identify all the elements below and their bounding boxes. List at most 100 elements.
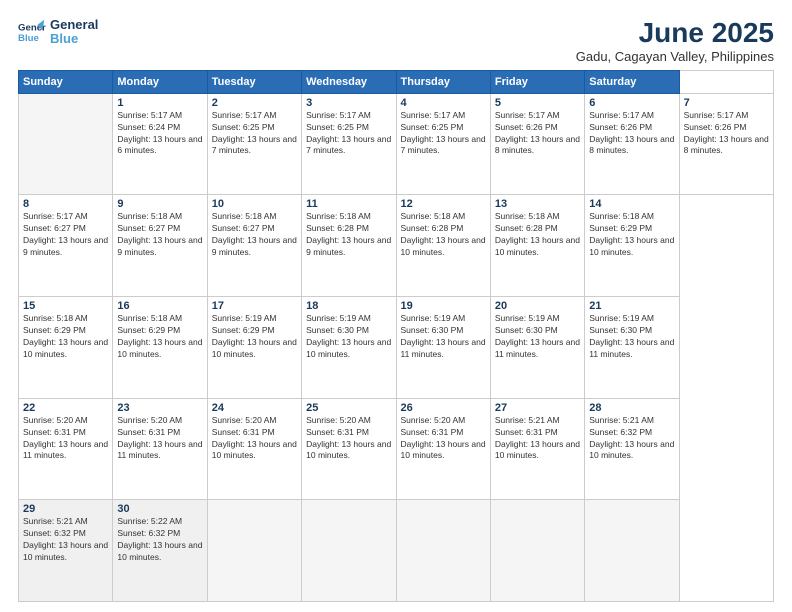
- title-block: June 2025 Gadu, Cagayan Valley, Philippi…: [576, 18, 774, 64]
- day-info: Sunrise: 5:19 AM Sunset: 6:30 PM Dayligh…: [401, 313, 486, 361]
- day-number: 2: [212, 97, 297, 109]
- day-number: 8: [23, 198, 108, 210]
- day-info: Sunrise: 5:18 AM Sunset: 6:29 PM Dayligh…: [23, 313, 108, 361]
- day-header-tuesday: Tuesday: [207, 70, 301, 93]
- calendar-cell: 13Sunrise: 5:18 AM Sunset: 6:28 PM Dayli…: [490, 195, 584, 297]
- subtitle: Gadu, Cagayan Valley, Philippines: [576, 49, 774, 64]
- day-info: Sunrise: 5:18 AM Sunset: 6:29 PM Dayligh…: [117, 313, 202, 361]
- calendar-cell: 22Sunrise: 5:20 AM Sunset: 6:31 PM Dayli…: [19, 398, 113, 500]
- calendar-cell: 5Sunrise: 5:17 AM Sunset: 6:26 PM Daylig…: [490, 93, 584, 195]
- day-info: Sunrise: 5:20 AM Sunset: 6:31 PM Dayligh…: [117, 415, 202, 463]
- day-info: Sunrise: 5:20 AM Sunset: 6:31 PM Dayligh…: [306, 415, 391, 463]
- calendar-cell: 8Sunrise: 5:17 AM Sunset: 6:27 PM Daylig…: [19, 195, 113, 297]
- day-info: Sunrise: 5:17 AM Sunset: 6:25 PM Dayligh…: [401, 110, 486, 158]
- main-title: June 2025: [576, 18, 774, 49]
- page: General Blue General Blue June 2025 Gadu…: [0, 0, 792, 612]
- day-number: 22: [23, 402, 108, 414]
- day-number: 13: [495, 198, 580, 210]
- logo: General Blue General Blue: [18, 18, 98, 47]
- calendar-cell: 7Sunrise: 5:17 AM Sunset: 6:26 PM Daylig…: [679, 93, 773, 195]
- calendar-cell: 25Sunrise: 5:20 AM Sunset: 6:31 PM Dayli…: [302, 398, 396, 500]
- calendar-cell: 15Sunrise: 5:18 AM Sunset: 6:29 PM Dayli…: [19, 297, 113, 399]
- day-number: 19: [401, 300, 486, 312]
- day-number: 24: [212, 402, 297, 414]
- logo-icon: General Blue: [18, 18, 46, 46]
- day-info: Sunrise: 5:20 AM Sunset: 6:31 PM Dayligh…: [23, 415, 108, 463]
- week-row-4: 29Sunrise: 5:21 AM Sunset: 6:32 PM Dayli…: [19, 500, 774, 602]
- day-number: 3: [306, 97, 391, 109]
- day-info: Sunrise: 5:22 AM Sunset: 6:32 PM Dayligh…: [117, 516, 202, 564]
- day-info: Sunrise: 5:17 AM Sunset: 6:25 PM Dayligh…: [306, 110, 391, 158]
- calendar-cell: 26Sunrise: 5:20 AM Sunset: 6:31 PM Dayli…: [396, 398, 490, 500]
- day-number: 4: [401, 97, 486, 109]
- calendar-cell: 14Sunrise: 5:18 AM Sunset: 6:29 PM Dayli…: [585, 195, 679, 297]
- day-number: 6: [589, 97, 674, 109]
- header: General Blue General Blue June 2025 Gadu…: [18, 18, 774, 64]
- day-header-saturday: Saturday: [585, 70, 679, 93]
- day-number: 21: [589, 300, 674, 312]
- week-row-2: 15Sunrise: 5:18 AM Sunset: 6:29 PM Dayli…: [19, 297, 774, 399]
- calendar-body: 1Sunrise: 5:17 AM Sunset: 6:24 PM Daylig…: [19, 93, 774, 601]
- day-info: Sunrise: 5:18 AM Sunset: 6:28 PM Dayligh…: [401, 211, 486, 259]
- day-info: Sunrise: 5:21 AM Sunset: 6:32 PM Dayligh…: [23, 516, 108, 564]
- day-header-thursday: Thursday: [396, 70, 490, 93]
- day-number: 14: [589, 198, 674, 210]
- calendar-cell: 19Sunrise: 5:19 AM Sunset: 6:30 PM Dayli…: [396, 297, 490, 399]
- calendar-cell: 1Sunrise: 5:17 AM Sunset: 6:24 PM Daylig…: [113, 93, 207, 195]
- day-number: 25: [306, 402, 391, 414]
- logo-line1: General: [50, 18, 98, 32]
- day-info: Sunrise: 5:19 AM Sunset: 6:30 PM Dayligh…: [589, 313, 674, 361]
- calendar-cell: [302, 500, 396, 602]
- calendar-cell: 24Sunrise: 5:20 AM Sunset: 6:31 PM Dayli…: [207, 398, 301, 500]
- calendar-cell: 12Sunrise: 5:18 AM Sunset: 6:28 PM Dayli…: [396, 195, 490, 297]
- day-header-monday: Monday: [113, 70, 207, 93]
- day-number: 5: [495, 97, 580, 109]
- calendar-cell: 17Sunrise: 5:19 AM Sunset: 6:29 PM Dayli…: [207, 297, 301, 399]
- calendar-cell: 11Sunrise: 5:18 AM Sunset: 6:28 PM Dayli…: [302, 195, 396, 297]
- day-number: 26: [401, 402, 486, 414]
- header-row: SundayMondayTuesdayWednesdayThursdayFrid…: [19, 70, 774, 93]
- day-number: 17: [212, 300, 297, 312]
- day-info: Sunrise: 5:20 AM Sunset: 6:31 PM Dayligh…: [212, 415, 297, 463]
- calendar-cell: 29Sunrise: 5:21 AM Sunset: 6:32 PM Dayli…: [19, 500, 113, 602]
- day-number: 27: [495, 402, 580, 414]
- day-number: 9: [117, 198, 202, 210]
- day-number: 20: [495, 300, 580, 312]
- day-number: 29: [23, 503, 108, 515]
- day-info: Sunrise: 5:17 AM Sunset: 6:25 PM Dayligh…: [212, 110, 297, 158]
- calendar-cell: [490, 500, 584, 602]
- day-info: Sunrise: 5:17 AM Sunset: 6:26 PM Dayligh…: [589, 110, 674, 158]
- day-number: 12: [401, 198, 486, 210]
- day-info: Sunrise: 5:18 AM Sunset: 6:29 PM Dayligh…: [589, 211, 674, 259]
- day-number: 18: [306, 300, 391, 312]
- day-info: Sunrise: 5:21 AM Sunset: 6:31 PM Dayligh…: [495, 415, 580, 463]
- calendar-cell: [585, 500, 679, 602]
- day-number: 23: [117, 402, 202, 414]
- day-number: 28: [589, 402, 674, 414]
- calendar-cell: [396, 500, 490, 602]
- calendar-cell: 4Sunrise: 5:17 AM Sunset: 6:25 PM Daylig…: [396, 93, 490, 195]
- day-info: Sunrise: 5:19 AM Sunset: 6:29 PM Dayligh…: [212, 313, 297, 361]
- calendar-cell: [19, 93, 113, 195]
- day-number: 11: [306, 198, 391, 210]
- calendar-cell: 10Sunrise: 5:18 AM Sunset: 6:27 PM Dayli…: [207, 195, 301, 297]
- day-number: 7: [684, 97, 769, 109]
- calendar-cell: 28Sunrise: 5:21 AM Sunset: 6:32 PM Dayli…: [585, 398, 679, 500]
- day-info: Sunrise: 5:17 AM Sunset: 6:26 PM Dayligh…: [495, 110, 580, 158]
- day-number: 30: [117, 503, 202, 515]
- day-number: 15: [23, 300, 108, 312]
- day-info: Sunrise: 5:21 AM Sunset: 6:32 PM Dayligh…: [589, 415, 674, 463]
- day-info: Sunrise: 5:18 AM Sunset: 6:28 PM Dayligh…: [306, 211, 391, 259]
- calendar-cell: 2Sunrise: 5:17 AM Sunset: 6:25 PM Daylig…: [207, 93, 301, 195]
- calendar-cell: 21Sunrise: 5:19 AM Sunset: 6:30 PM Dayli…: [585, 297, 679, 399]
- day-number: 1: [117, 97, 202, 109]
- day-info: Sunrise: 5:20 AM Sunset: 6:31 PM Dayligh…: [401, 415, 486, 463]
- day-info: Sunrise: 5:18 AM Sunset: 6:28 PM Dayligh…: [495, 211, 580, 259]
- week-row-3: 22Sunrise: 5:20 AM Sunset: 6:31 PM Dayli…: [19, 398, 774, 500]
- week-row-0: 1Sunrise: 5:17 AM Sunset: 6:24 PM Daylig…: [19, 93, 774, 195]
- day-info: Sunrise: 5:19 AM Sunset: 6:30 PM Dayligh…: [495, 313, 580, 361]
- day-info: Sunrise: 5:18 AM Sunset: 6:27 PM Dayligh…: [212, 211, 297, 259]
- calendar-header: SundayMondayTuesdayWednesdayThursdayFrid…: [19, 70, 774, 93]
- day-info: Sunrise: 5:19 AM Sunset: 6:30 PM Dayligh…: [306, 313, 391, 361]
- day-number: 16: [117, 300, 202, 312]
